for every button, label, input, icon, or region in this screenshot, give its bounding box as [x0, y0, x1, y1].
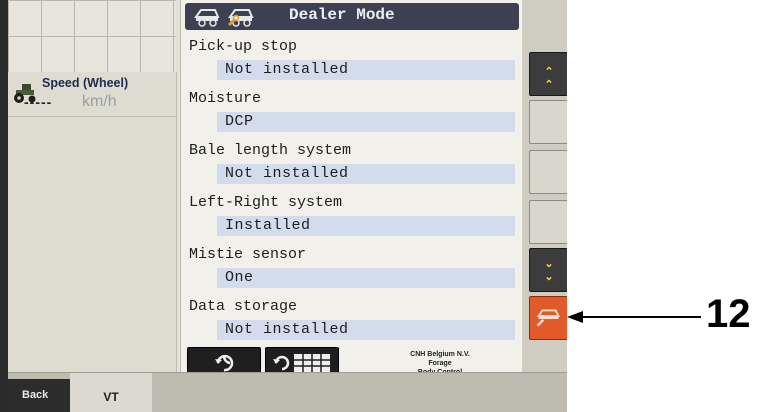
setting-value[interactable]: DCP — [217, 112, 515, 132]
double-chevron-down-icon: ⌄ ⌄ — [544, 258, 554, 283]
company-line: Forage — [428, 360, 452, 367]
softkey-2[interactable] — [529, 100, 567, 144]
terminal-screen: Speed (Wheel) ----- km/h Dealer Mode Pic… — [0, 0, 567, 412]
bottom-bar: Back VT — [8, 372, 567, 412]
speed-widget: Speed (Wheel) ----- km/h — [8, 72, 176, 117]
speed-value: ----- — [24, 94, 53, 110]
baler-wrench-icon — [536, 309, 561, 327]
setting-value[interactable]: One — [217, 268, 515, 288]
setting-label: Bale length system — [189, 142, 352, 159]
back-button[interactable]: Back — [8, 379, 70, 412]
setting-row[interactable]: Pick-up stop Not installed — [189, 34, 515, 80]
baler-icon — [194, 9, 220, 27]
dealer-mode-softkey[interactable] — [529, 296, 567, 340]
setting-label: Mistie sensor — [189, 246, 307, 263]
softkey-column: ⌃ ⌃ ⌄ ⌄ — [522, 0, 567, 372]
setting-label: Data storage — [189, 298, 298, 315]
setting-row[interactable]: Bale length system Not installed — [189, 138, 515, 184]
left-panel: Speed (Wheel) ----- km/h — [8, 72, 177, 372]
setting-label: Pick-up stop — [189, 38, 298, 55]
baler-wrench-icon — [227, 9, 254, 27]
page-title: Dealer Mode — [289, 6, 395, 24]
double-chevron-up-icon: ⌃ ⌃ — [544, 66, 554, 91]
setting-value[interactable]: Installed — [217, 216, 515, 236]
setting-value[interactable]: Not installed — [217, 164, 515, 184]
vt-tab[interactable]: VT — [70, 373, 152, 412]
callout-number: 12 — [706, 292, 751, 336]
callout-arrow-line — [581, 316, 701, 318]
setting-row[interactable]: Mistie sensor One — [189, 242, 515, 288]
setting-label: Left-Right system — [189, 194, 343, 211]
setting-value[interactable]: Not installed — [217, 60, 515, 80]
softkey-4[interactable] — [529, 200, 567, 244]
speed-unit: km/h — [82, 93, 117, 110]
settings-list: Pick-up stop Not installed Moisture DCP … — [189, 34, 515, 346]
dealer-mode-panel: Dealer Mode Pick-up stop Not installed M… — [180, 0, 524, 380]
setting-label: Moisture — [189, 90, 262, 107]
title-bar: Dealer Mode — [185, 3, 519, 30]
speed-label: Speed (Wheel) — [42, 76, 129, 90]
page-up-softkey[interactable]: ⌃ ⌃ — [529, 52, 567, 96]
setting-row[interactable]: Left-Right system Installed — [189, 190, 515, 236]
setting-value[interactable]: Not installed — [217, 320, 515, 340]
setting-row[interactable]: Moisture DCP — [189, 86, 515, 132]
softkey-3[interactable] — [529, 150, 567, 194]
setting-row[interactable]: Data storage Not installed — [189, 294, 515, 340]
company-line: CNH Belgium N.V. — [410, 351, 470, 358]
status-grid — [8, 0, 176, 73]
page-down-softkey[interactable]: ⌄ ⌄ — [529, 248, 567, 292]
